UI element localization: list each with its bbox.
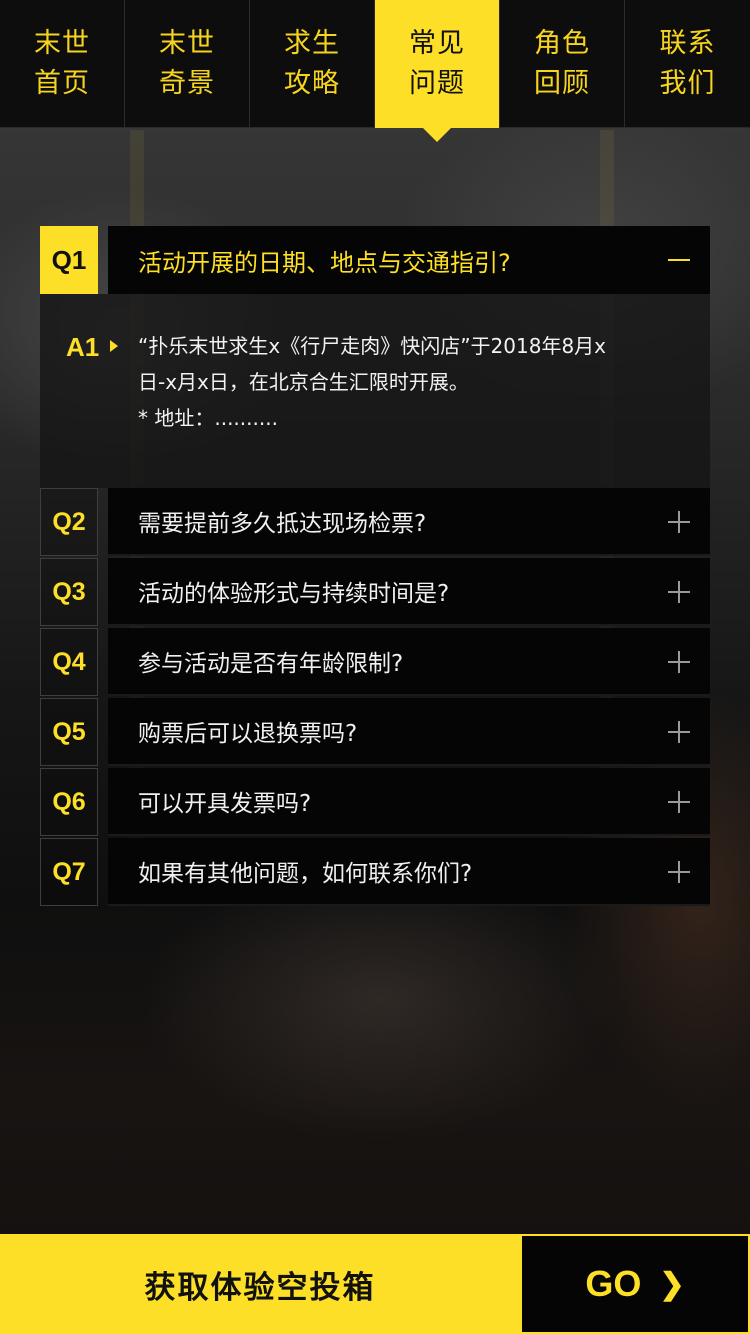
question-bar[interactable]: 可以开具发票吗? <box>108 768 710 836</box>
faq-item-open[interactable]: Q1 活动开展的日期、地点与交通指引? <box>40 226 710 294</box>
cta-label: 获取体验空投箱 <box>144 1269 376 1306</box>
plus-icon[interactable] <box>668 511 690 533</box>
nav-item-home[interactable]: 末世 首页 <box>0 0 125 128</box>
faq-item[interactable]: Q5 购票后可以退换票吗? <box>40 698 710 768</box>
question-number: Q1 <box>40 226 98 294</box>
nav-item-guide[interactable]: 求生 攻略 <box>250 0 375 128</box>
question-text: 购票后可以退换票吗? <box>138 721 358 747</box>
question-bar[interactable]: 活动开展的日期、地点与交通指引? <box>108 226 710 294</box>
nav-item-label-line2: 我们 <box>659 68 716 99</box>
question-bar[interactable]: 活动的体验形式与持续时间是? <box>108 558 710 626</box>
nav-item-label-line1: 常见 <box>409 28 465 59</box>
plus-icon[interactable] <box>668 721 690 743</box>
get-airdrop-box-button[interactable]: 获取体验空投箱 <box>0 1234 520 1334</box>
nav-item-label-line2: 问题 <box>409 68 465 99</box>
nav-item-label-line1: 末世 <box>159 28 215 59</box>
question-text: 可以开具发票吗? <box>138 791 312 817</box>
question-number: Q4 <box>40 628 98 696</box>
question-number: Q3 <box>40 558 98 626</box>
answer-line: 日-x月x日，在北京合生汇限时开展。 <box>138 370 469 394</box>
plus-icon[interactable] <box>668 861 690 883</box>
nav-item-label-line2: 首页 <box>34 68 90 99</box>
plus-icon[interactable] <box>668 651 690 673</box>
faq-item[interactable]: Q4 参与活动是否有年龄限制? <box>40 628 710 698</box>
nav-item-wonders[interactable]: 末世 奇景 <box>125 0 250 128</box>
question-text: 需要提前多久抵达现场检票? <box>138 511 427 537</box>
top-nav: 末世 首页 末世 奇景 求生 攻略 常见 问题 角色 回顾 联系 我们 <box>0 0 750 142</box>
question-text: 参与活动是否有年龄限制? <box>138 651 404 677</box>
question-number: Q5 <box>40 698 98 766</box>
nav-item-label-line1: 末世 <box>34 28 90 59</box>
go-label: GO <box>585 1263 642 1304</box>
answer-panel: A1 “扑乐末世求生x《行尸走肉》快闪店”于2018年8月x 日-x月x日，在北… <box>40 294 710 488</box>
nav-item-label-line2: 攻略 <box>284 68 340 99</box>
answer-text: “扑乐末世求生x《行尸走肉》快闪店”于2018年8月x 日-x月x日，在北京合生… <box>138 328 698 436</box>
question-text: 活动开展的日期、地点与交通指引? <box>138 248 511 277</box>
question-text: 活动的体验形式与持续时间是? <box>138 581 450 607</box>
question-bar[interactable]: 购票后可以退换票吗? <box>108 698 710 766</box>
question-text: 如果有其他问题，如何联系你们? <box>138 861 473 887</box>
answer-label: A1 <box>66 332 100 362</box>
minus-icon[interactable] <box>668 259 690 261</box>
nav-item-label-line1: 角色 <box>534 28 590 59</box>
chevron-right-icon: ❯ <box>659 1267 685 1301</box>
question-bar[interactable]: 参与活动是否有年龄限制? <box>108 628 710 696</box>
nav-item-faq[interactable]: 常见 问题 <box>375 0 500 142</box>
faq-item[interactable]: Q6 可以开具发票吗? <box>40 768 710 838</box>
nav-item-label-line1: 求生 <box>284 28 340 59</box>
question-bar[interactable]: 需要提前多久抵达现场检票? <box>108 488 710 556</box>
go-button[interactable]: GO ❯ <box>520 1234 750 1334</box>
question-number: Q7 <box>40 838 98 906</box>
faq-item[interactable]: Q3 活动的体验形式与持续时间是? <box>40 558 710 628</box>
question-number: Q6 <box>40 768 98 836</box>
answer-line: * 地址：.......... <box>138 406 278 430</box>
faq-item[interactable]: Q2 需要提前多久抵达现场检票? <box>40 488 710 558</box>
faq-item[interactable]: Q7 如果有其他问题，如何联系你们? <box>40 838 710 908</box>
answer-line: “扑乐末世求生x《行尸走肉》快闪店”于2018年8月x <box>138 334 607 358</box>
plus-icon[interactable] <box>668 791 690 813</box>
question-number: Q2 <box>40 488 98 556</box>
triangle-right-icon <box>110 340 118 352</box>
nav-item-label-line2: 回顾 <box>534 68 590 99</box>
nav-item-label-line1: 联系 <box>659 28 716 59</box>
nav-item-characters[interactable]: 角色 回顾 <box>500 0 625 128</box>
plus-icon[interactable] <box>668 581 690 603</box>
question-bar[interactable]: 如果有其他问题，如何联系你们? <box>108 838 710 906</box>
faq-accordion: Q1 活动开展的日期、地点与交通指引? A1 “扑乐末世求生x《行尸走肉》快闪店… <box>40 226 710 908</box>
nav-item-label-line2: 奇景 <box>159 68 215 99</box>
bottom-bar: 获取体验空投箱 GO ❯ <box>0 1234 750 1334</box>
nav-item-contact[interactable]: 联系 我们 <box>625 0 750 128</box>
